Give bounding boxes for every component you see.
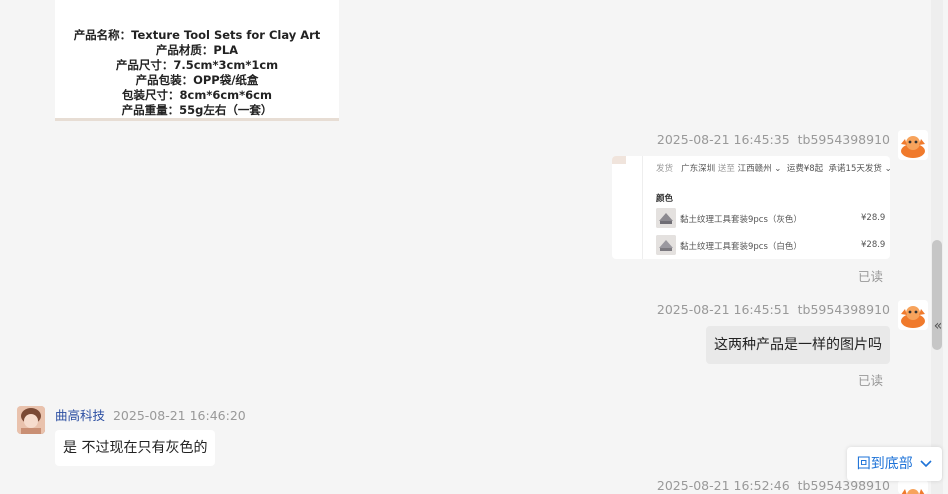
variant-thumbnail <box>656 208 676 228</box>
product-screenshot-image[interactable]: 发货 广东深圳 送至 江西赣州 ⌄ 运费¥8起 承诺15天发货 ⌄ 颜色 黏土纹… <box>612 156 890 259</box>
cartoon-avatar-icon <box>898 481 928 494</box>
collapse-panel-icon[interactable]: « <box>929 316 947 336</box>
screenshot-edge <box>612 156 626 164</box>
product-packaging-line: 产品包装：OPP袋/纸盒 <box>135 73 259 87</box>
product-name-line: 产品名称：Texture Tool Sets for Clay Art <box>73 28 321 42</box>
product-weight-line: 产品重量：55g左右（一套） <box>121 103 273 117</box>
user-avatar[interactable] <box>898 300 928 330</box>
variant-price: ¥28.9 <box>861 213 886 223</box>
screenshot-divider <box>642 156 643 259</box>
message-bubble[interactable]: 这两种产品是一样的图片吗 <box>706 326 890 364</box>
shipping-row: 发货 广东深圳 送至 江西赣州 ⌄ 运费¥8起 承诺15天发货 ⌄ <box>656 162 890 174</box>
product-thumb-icon <box>656 235 676 255</box>
variant-name: 黏土纹理工具套装9pcs（白色） <box>680 242 802 252</box>
ship-promise: 承诺15天发货 <box>828 164 882 174</box>
ship-label: 发货 <box>656 164 674 174</box>
variant-thumbnail <box>656 235 676 255</box>
shop-avatar-icon <box>17 406 45 434</box>
shop-name[interactable]: 曲高科技 <box>55 408 105 423</box>
user-avatar[interactable] <box>898 480 928 494</box>
scroll-to-bottom-label: 回到底部 <box>856 456 913 472</box>
ship-to: 江西赣州 <box>737 164 772 174</box>
package-size-line: 包装尺寸：8cm*6cm*6cm <box>122 88 272 102</box>
message-meta: 2025-08-21 16:45:35 tb5954398910 <box>657 132 890 147</box>
variant-name: 黏土纹理工具套装9pcs（灰色） <box>680 215 802 225</box>
chevron-down-icon <box>920 460 932 468</box>
message-meta: 2025-08-21 16:45:51 tb5954398910 <box>657 302 890 317</box>
message-user: tb5954398910 <box>797 302 890 317</box>
message-time: 2025-08-21 16:45:35 <box>656 132 790 147</box>
product-thumb-icon <box>656 208 676 228</box>
read-status: 已读 <box>858 269 884 284</box>
read-status: 已读 <box>858 373 884 388</box>
user-avatar[interactable] <box>898 130 928 160</box>
product-size-line: 产品尺寸：7.5cm*3cm*1cm <box>115 58 279 72</box>
chevron-down-icon: ⌄ <box>884 164 890 174</box>
shop-avatar[interactable] <box>17 406 45 434</box>
product-material-line: 产品材质：PLA <box>155 43 239 57</box>
shipping-fee: 运费¥8起 <box>786 164 824 174</box>
message-time: 2025-08-21 16:46:20 <box>112 408 246 423</box>
message-time: 2025-08-21 16:45:51 <box>656 302 790 317</box>
message-bubble[interactable]: 是 不过现在只有灰色的 <box>55 430 216 466</box>
cartoon-avatar-icon <box>898 130 928 160</box>
message-time: 2025-08-21 16:52:46 <box>656 478 790 493</box>
variant-price: ¥28.9 <box>861 240 886 250</box>
color-label: 颜色 <box>656 194 674 204</box>
message-meta: 曲高科技 2025-08-21 16:46:20 <box>55 405 246 424</box>
product-info-card[interactable]: 产品名称：Texture Tool Sets for Clay Art 产品材质… <box>55 0 339 121</box>
cartoon-avatar-icon <box>898 300 928 330</box>
chevron-down-icon: ⌄ <box>774 164 782 174</box>
scroll-to-bottom-button[interactable]: 回到底部 <box>847 447 942 481</box>
message-user: tb5954398910 <box>797 132 890 147</box>
ship-to-label: 送至 <box>717 164 735 174</box>
ship-from: 广东深圳 <box>681 164 716 174</box>
